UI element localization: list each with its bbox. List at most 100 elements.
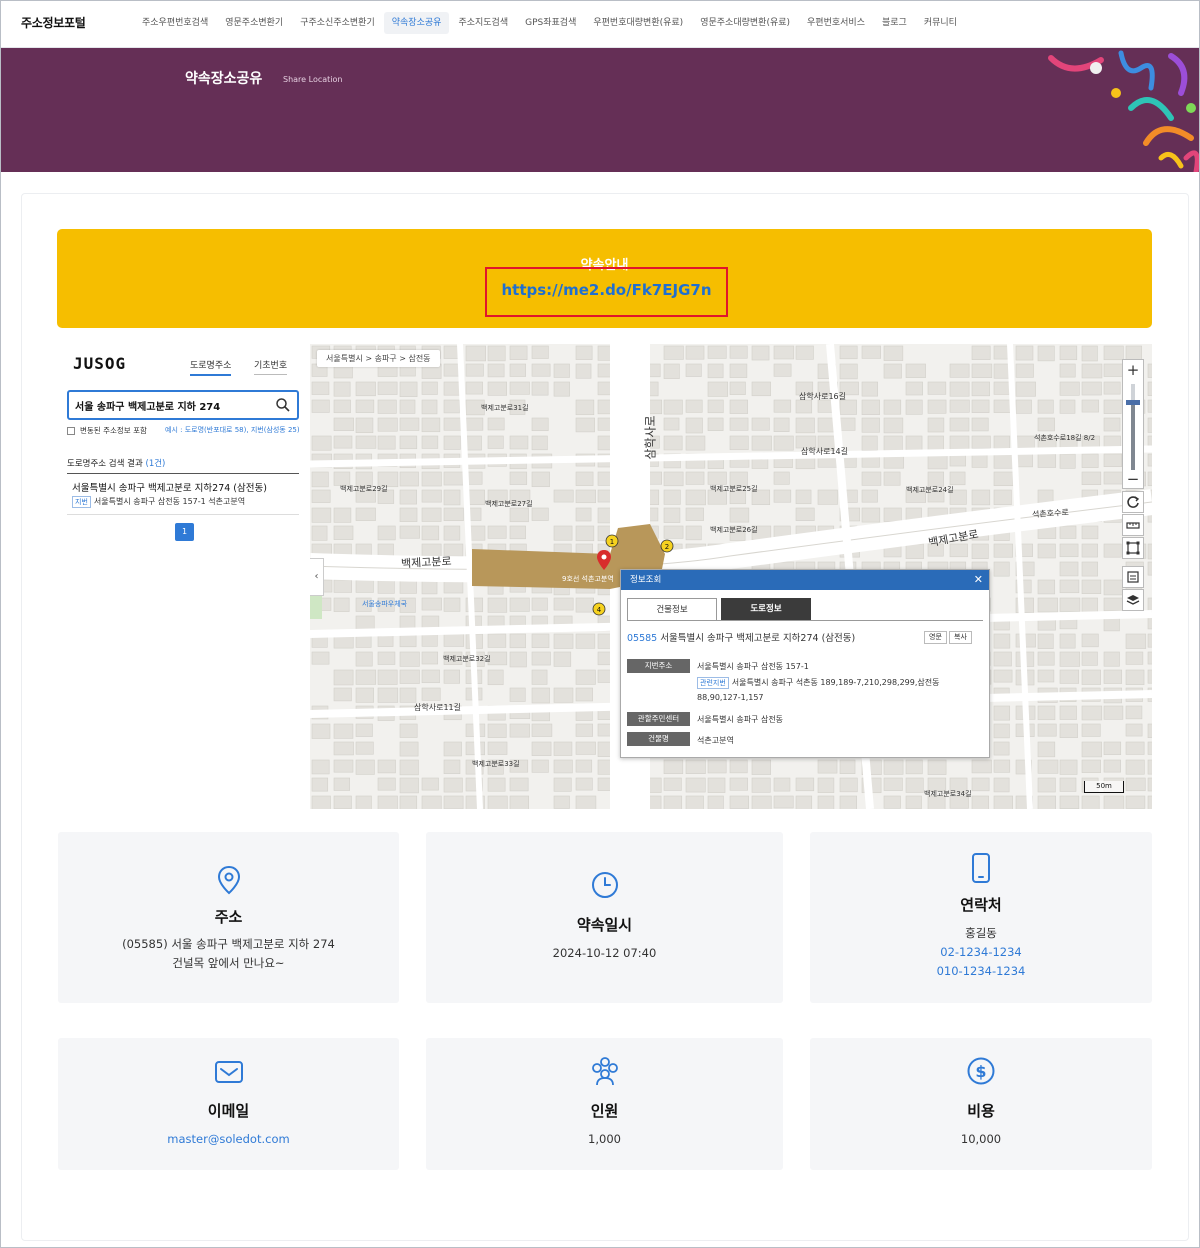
page-subtitle: Share Location	[283, 75, 343, 84]
nav-item-10[interactable]: 커뮤니티	[916, 12, 965, 34]
center-label: 관할주민센터	[627, 712, 690, 726]
center-value: 서울특별시 송파구 삼전동	[697, 715, 784, 724]
nav-item-2[interactable]: 구주소신주소변환기	[292, 12, 383, 34]
result-header-label: 도로명주소 검색 결과	[67, 459, 143, 469]
station-label: 9호선 석촌고분역	[562, 575, 614, 583]
related-jibun-value-cont: 88,90,127-1,157	[697, 693, 764, 702]
popup-address-line: 05585 서울특별시 송파구 백제고분로 지하274 (삼전동)	[627, 630, 855, 644]
popup-tab-divider	[627, 620, 983, 621]
road-label-baekje-33: 백제고분로33길	[472, 760, 520, 768]
tile-address-line1: (05585) 서울 송파구 백제고분로 지하 274	[122, 937, 335, 951]
result-road-address[interactable]: 서울특별시 송파구 백제고분로 지하274 (삼전동)	[72, 480, 267, 494]
svg-text:$: $	[975, 1062, 986, 1081]
measure-distance-button[interactable]	[1122, 514, 1144, 536]
zoom-slider-fill	[1131, 404, 1135, 470]
include-changed-checkbox[interactable]	[67, 426, 75, 435]
clock-icon	[591, 872, 618, 898]
svg-text:1: 1	[610, 538, 614, 546]
tab-road-info[interactable]: 도로정보	[721, 598, 811, 620]
people-icon	[591, 1057, 618, 1086]
phone-icon	[972, 853, 990, 883]
page-title: 약속장소공유	[185, 71, 263, 87]
zoom-control: + −	[1122, 359, 1144, 489]
tile-contact-title: 연락처	[960, 896, 1002, 914]
zoom-slider-handle[interactable]	[1126, 400, 1140, 405]
area-icon	[1126, 541, 1140, 555]
include-changed-checkbox-row[interactable]: 변동된 주소정보 포함	[67, 425, 147, 436]
tab-building-info[interactable]: 건물정보	[627, 598, 717, 620]
tile-email-value[interactable]: master@soledot.com	[58, 1130, 399, 1149]
english-address-button[interactable]: 영문	[924, 631, 947, 644]
promise-box: 약속안내 https://me2.do/Fk7EJG7n	[57, 229, 1152, 328]
copy-address-button[interactable]: 복사	[949, 631, 972, 644]
road-label-baekje-25: 백제고분로25길	[710, 485, 758, 493]
nav-item-7[interactable]: 영문주소대량변환(유료)	[692, 12, 798, 34]
map-breadcrumb[interactable]: 서울특별시 > 송파구 > 삼전동	[317, 350, 440, 367]
location-marker-icon[interactable]	[597, 550, 611, 570]
result-jibun-address: 지번 서울특별시 송파구 삼전동 157-1 석촌고분역	[72, 496, 245, 508]
pagination-page-1[interactable]: 1	[175, 523, 194, 541]
info-popup: 정보조회 ✕ 건물정보 도로정보 05585 서울특별시 송파구 백제고분로 지…	[620, 569, 990, 758]
tile-cost: $ 비용 10,000	[810, 1038, 1152, 1170]
map-view[interactable]: 124 백제고분로 백제고분로 삼학사로 석촌호수로 삼학사로11길 삼학사로1…	[310, 344, 1152, 809]
result-list-item[interactable]: 서울특별시 송파구 백제고분로 지하274 (삼전동) 지번 서울특별시 송파구 …	[67, 478, 299, 515]
brand-logo[interactable]: 주소정보포털	[21, 14, 86, 31]
tile-email-title: 이메일	[207, 1102, 250, 1120]
map-scale-bar: 50m	[1084, 781, 1124, 793]
tab-road-address[interactable]: 도로명주소	[190, 358, 232, 376]
road-label-baekje-24: 백제고분로24길	[906, 486, 954, 494]
tile-contact-phone2[interactable]: 010-1234-1234	[810, 962, 1152, 981]
result-jibun-text: 서울특별시 송파구 삼전동 157-1 석촌고분역	[93, 497, 246, 506]
collapse-panel-button[interactable]: ‹	[310, 558, 324, 596]
page-banner: 약속장소공유 Share Location	[1, 48, 1199, 172]
zoom-out-button[interactable]: −	[1123, 470, 1143, 488]
jibun-tag: 지번	[72, 496, 91, 508]
tile-address-title: 주소	[214, 908, 243, 926]
search-icon[interactable]	[275, 397, 291, 413]
tile-people: 인원 1,000	[426, 1038, 783, 1170]
tile-address: 주소 (05585) 서울 송파구 백제고분로 지하 274 건널목 앞에서 만…	[58, 832, 399, 1003]
jibun-label: 지번주소	[627, 659, 690, 673]
info-panel-icon	[1127, 571, 1139, 583]
road-label-samhak-16: 삼학사로16길	[799, 392, 846, 401]
share-link[interactable]: https://me2.do/Fk7EJG7n	[485, 267, 728, 317]
page-frame: 주소정보포털 주소우편번호검색 영문주소변환기 구주소신주소변환기 약속장소공유 주소지…	[0, 0, 1200, 1248]
tile-people-title: 인원	[590, 1102, 619, 1120]
measure-area-button[interactable]	[1122, 537, 1144, 559]
zoom-in-button[interactable]: +	[1123, 361, 1143, 379]
location-pin-icon	[217, 865, 240, 895]
road-label-baekje-32: 백제고분로32길	[443, 655, 491, 663]
road-label-samhak-11: 삼학사로11길	[414, 703, 461, 712]
nav-item-6[interactable]: 우편번호대량변환(유료)	[585, 12, 691, 34]
nav-item-5[interactable]: GPS좌표검색	[517, 12, 584, 34]
result-header: 도로명주소 검색 결과 (1건)	[67, 457, 299, 474]
nav-item-0[interactable]: 주소우편번호검색	[134, 12, 216, 34]
close-icon[interactable]: ✕	[974, 570, 983, 590]
road-label-baekje-27: 백제고분로27길	[485, 500, 533, 508]
nav-item-1[interactable]: 영문주소변환기	[217, 12, 291, 34]
road-label-samhak: 삼학사로	[643, 415, 658, 460]
tab-base-number[interactable]: 기초번호	[254, 358, 288, 375]
road-label-baekje-34: 백제고분로34길	[924, 790, 972, 798]
banner-decoration	[1048, 50, 1199, 172]
map-info-button[interactable]	[1122, 566, 1144, 588]
refresh-icon	[1127, 496, 1140, 508]
post-office-label: 서울송파우체국	[362, 600, 408, 608]
map-layers-button[interactable]	[1122, 589, 1144, 611]
nav-item-8[interactable]: 우편번호서비스	[799, 12, 873, 34]
svg-text:2: 2	[665, 543, 669, 551]
nav-item-3[interactable]: 약속장소공유	[383, 12, 450, 34]
popup-title: 정보조회	[621, 570, 989, 590]
tile-cost-title: 비용	[967, 1102, 995, 1120]
mail-icon	[214, 1061, 243, 1083]
search-box	[67, 390, 299, 420]
building-label: 건물명	[627, 732, 690, 746]
popup-road-address: 서울특별시 송파구 백제고분로 지하274 (삼전동)	[660, 633, 856, 644]
refresh-map-button[interactable]	[1122, 491, 1144, 513]
tile-cost-value: 10,000	[960, 1132, 1002, 1146]
nav-item-9[interactable]: 블로그	[874, 12, 915, 34]
nav-item-4[interactable]: 주소지도검색	[450, 12, 516, 34]
search-input[interactable]	[75, 397, 265, 413]
related-jibun-text: 서울특별시 송파구 석촌동 189,189-7,210,298,299,삼전동	[731, 678, 940, 687]
tile-contact-phone1[interactable]: 02-1234-1234	[810, 943, 1152, 962]
